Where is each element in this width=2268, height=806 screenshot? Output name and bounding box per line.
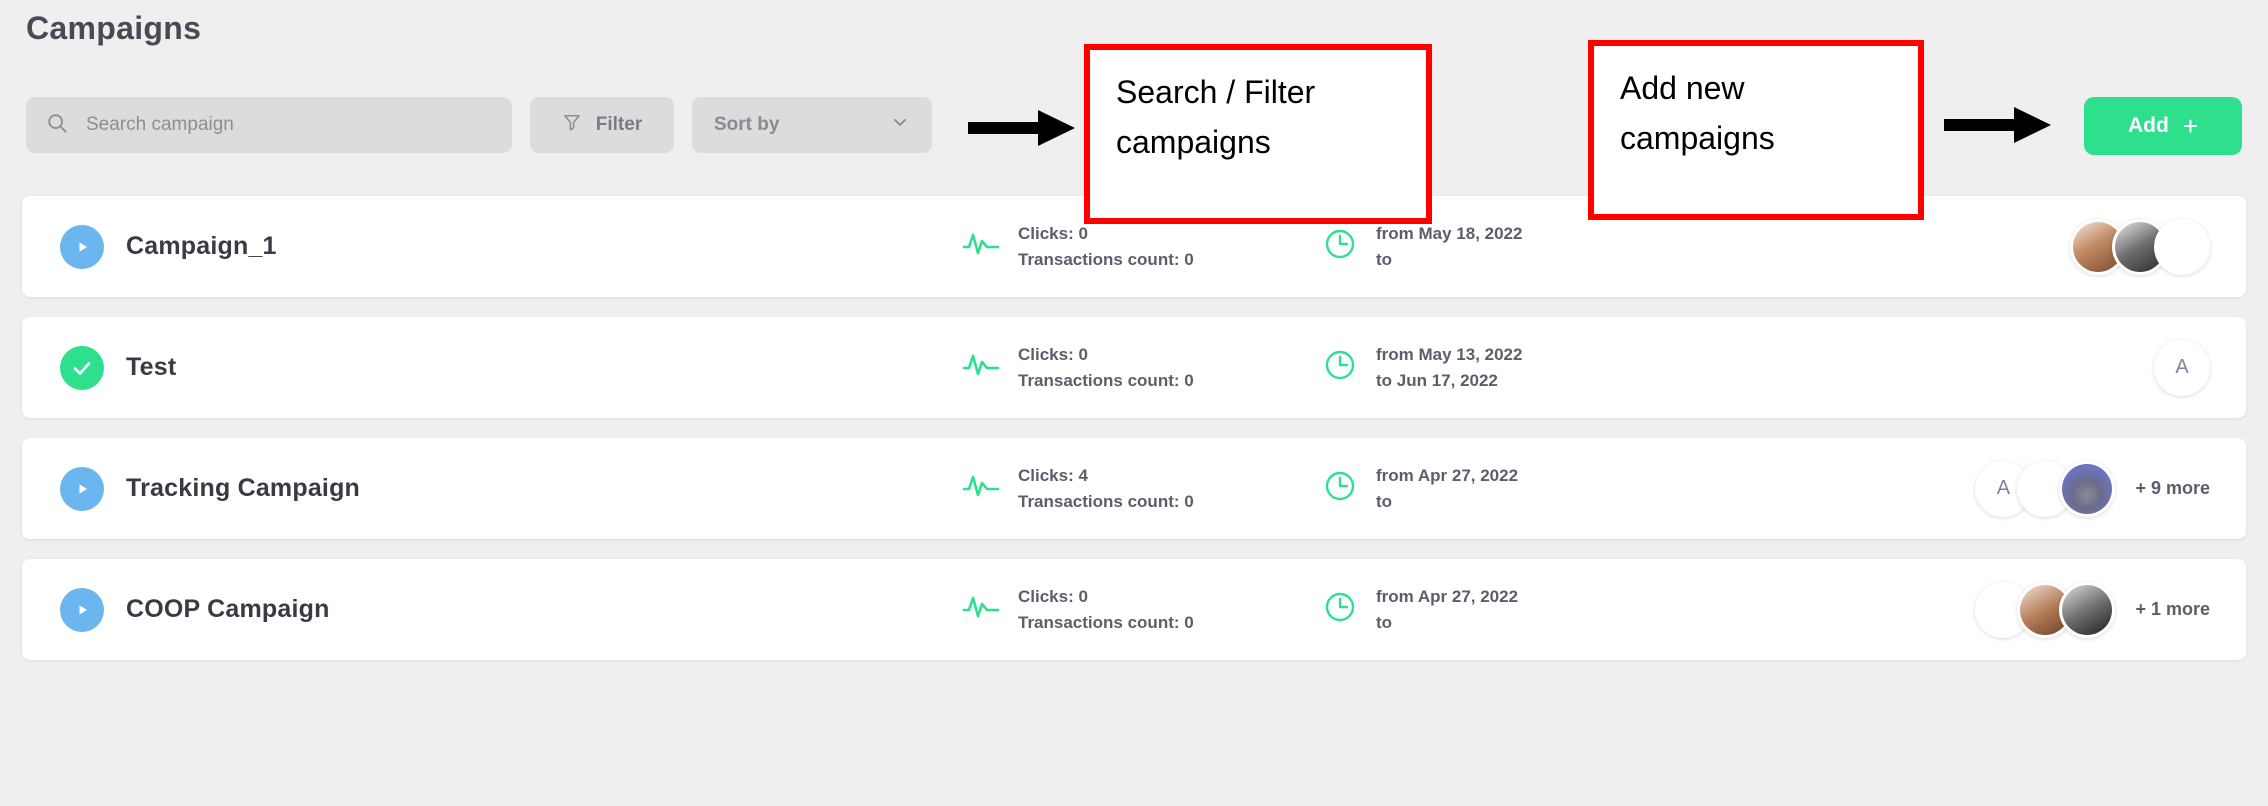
campaign-name-cell: Campaign_1 <box>22 224 962 269</box>
date-from: from Apr 27, 2022 <box>1376 586 1519 606</box>
annotation-arrow-icon <box>968 110 1075 146</box>
toolbar: Filter Sort by <box>26 97 932 153</box>
more-members-label[interactable]: + 9 more <box>2135 478 2210 499</box>
campaign-name: Tracking Campaign <box>126 474 361 502</box>
campaign-dates-cell: from May 18, 2022 to <box>1322 223 1742 271</box>
date-to: to <box>1376 492 1393 511</box>
annotation-line-1: Add new <box>1620 70 1745 106</box>
campaign-name: Test <box>126 353 177 381</box>
campaign-dates-cell: from Apr 27, 2022 to <box>1322 586 1742 634</box>
chevron-down-icon <box>890 112 910 138</box>
filter-label: Filter <box>595 114 643 135</box>
transactions-value: Transactions count: 0 <box>1018 492 1194 511</box>
campaign-name-cell: Tracking Campaign <box>22 466 962 511</box>
transactions-value: Transactions count: 0 <box>1018 250 1194 269</box>
clock-icon <box>1322 226 1358 267</box>
clicks-value: Clicks: 0 <box>1018 223 1088 243</box>
campaign-members-cell: A <box>2154 339 2246 396</box>
annotation-arrow-icon <box>1944 107 2051 143</box>
annotation-line-2: campaigns <box>1116 123 1271 160</box>
campaign-stats-cell: Clicks: 0 Transactions count: 0 <box>962 344 1322 392</box>
clock-icon <box>1322 347 1358 388</box>
campaign-name: COOP Campaign <box>126 595 330 623</box>
pulse-icon <box>962 227 1000 266</box>
check-icon[interactable] <box>60 345 104 390</box>
avatar[interactable]: A <box>2154 339 2210 396</box>
campaign-name: Campaign_1 <box>126 232 277 260</box>
avatar-initial: A <box>1996 477 2011 499</box>
pulse-icon <box>962 469 1000 508</box>
date-to: to Jun 17, 2022 <box>1376 371 1498 390</box>
date-to: to <box>1376 613 1393 632</box>
search-icon <box>46 112 68 139</box>
clicks-value: Clicks: 4 <box>1018 465 1088 485</box>
clicks-value: Clicks: 0 <box>1018 344 1088 364</box>
annotation-line-2: campaigns <box>1620 119 1775 156</box>
plus-icon: + <box>2182 111 2198 141</box>
search-input[interactable] <box>84 113 492 137</box>
avatar-stack: A <box>1975 460 2116 517</box>
search-box[interactable] <box>26 97 512 153</box>
annotation-line-1: Search / Filter <box>1116 74 1316 110</box>
avatar[interactable] <box>2059 460 2116 517</box>
add-button-label: Add <box>2127 114 2169 137</box>
campaign-stats-cell: Clicks: 0 Transactions count: 0 <box>962 223 1322 271</box>
campaign-dates-cell: from Apr 27, 2022 to <box>1322 465 1742 513</box>
more-members-label[interactable]: + 1 more <box>2135 599 2210 620</box>
annotation-search-filter: Search / Filter campaigns <box>1084 44 1432 224</box>
table-row[interactable]: Test Clicks: 0 Transactions count: 0 from M… <box>22 317 2246 418</box>
avatar-image <box>2062 463 2113 514</box>
date-from: from Apr 27, 2022 <box>1376 465 1519 485</box>
transactions-value: Transactions count: 0 <box>1018 371 1194 390</box>
table-row[interactable]: Tracking Campaign Clicks: 4 Transactions c… <box>22 438 2246 539</box>
avatar-image <box>2157 221 2207 272</box>
campaign-members-cell <box>2070 218 2246 275</box>
campaign-members-cell: A + 9 more <box>1975 460 2246 517</box>
campaign-name-cell: Test <box>22 345 962 390</box>
sort-by-select[interactable]: Sort by <box>692 97 932 153</box>
avatar[interactable] <box>2154 218 2210 275</box>
play-icon[interactable] <box>60 587 104 632</box>
avatar-stack: A <box>2154 339 2210 396</box>
filter-button[interactable]: Filter <box>530 97 674 153</box>
clicks-value: Clicks: 0 <box>1018 586 1088 606</box>
avatar-image <box>2062 584 2113 635</box>
pulse-icon <box>962 590 1000 629</box>
campaign-members-cell: + 1 more <box>1975 581 2246 638</box>
avatar[interactable] <box>2059 581 2116 638</box>
campaign-list: Campaign_1 Clicks: 0 Transactions count: 0… <box>22 196 2246 680</box>
date-from: from May 13, 2022 <box>1376 344 1523 364</box>
campaign-stats-cell: Clicks: 0 Transactions count: 0 <box>962 586 1322 634</box>
date-from: from May 18, 2022 <box>1376 223 1523 243</box>
add-button[interactable]: Add + <box>2084 97 2242 155</box>
avatar-stack <box>2070 218 2210 275</box>
pulse-icon <box>962 348 1000 387</box>
avatar-initial: A <box>2175 356 2189 378</box>
campaign-name-cell: COOP Campaign <box>22 587 962 632</box>
annotation-add-new: Add new campaigns <box>1588 40 1924 220</box>
sort-by-label: Sort by <box>714 114 780 135</box>
date-to: to <box>1376 250 1393 269</box>
clock-icon <box>1322 468 1358 509</box>
play-icon[interactable] <box>60 224 104 269</box>
transactions-value: Transactions count: 0 <box>1018 613 1194 632</box>
campaign-stats-cell: Clicks: 4 Transactions count: 0 <box>962 465 1322 513</box>
play-icon[interactable] <box>60 466 104 511</box>
funnel-icon <box>562 112 582 138</box>
clock-icon <box>1322 589 1358 630</box>
page-title: Campaigns <box>26 10 202 46</box>
campaign-dates-cell: from May 13, 2022 to Jun 17, 2022 <box>1322 344 1742 392</box>
table-row[interactable]: COOP Campaign Clicks: 0 Transactions count… <box>22 559 2246 660</box>
avatar-stack <box>1975 581 2116 638</box>
